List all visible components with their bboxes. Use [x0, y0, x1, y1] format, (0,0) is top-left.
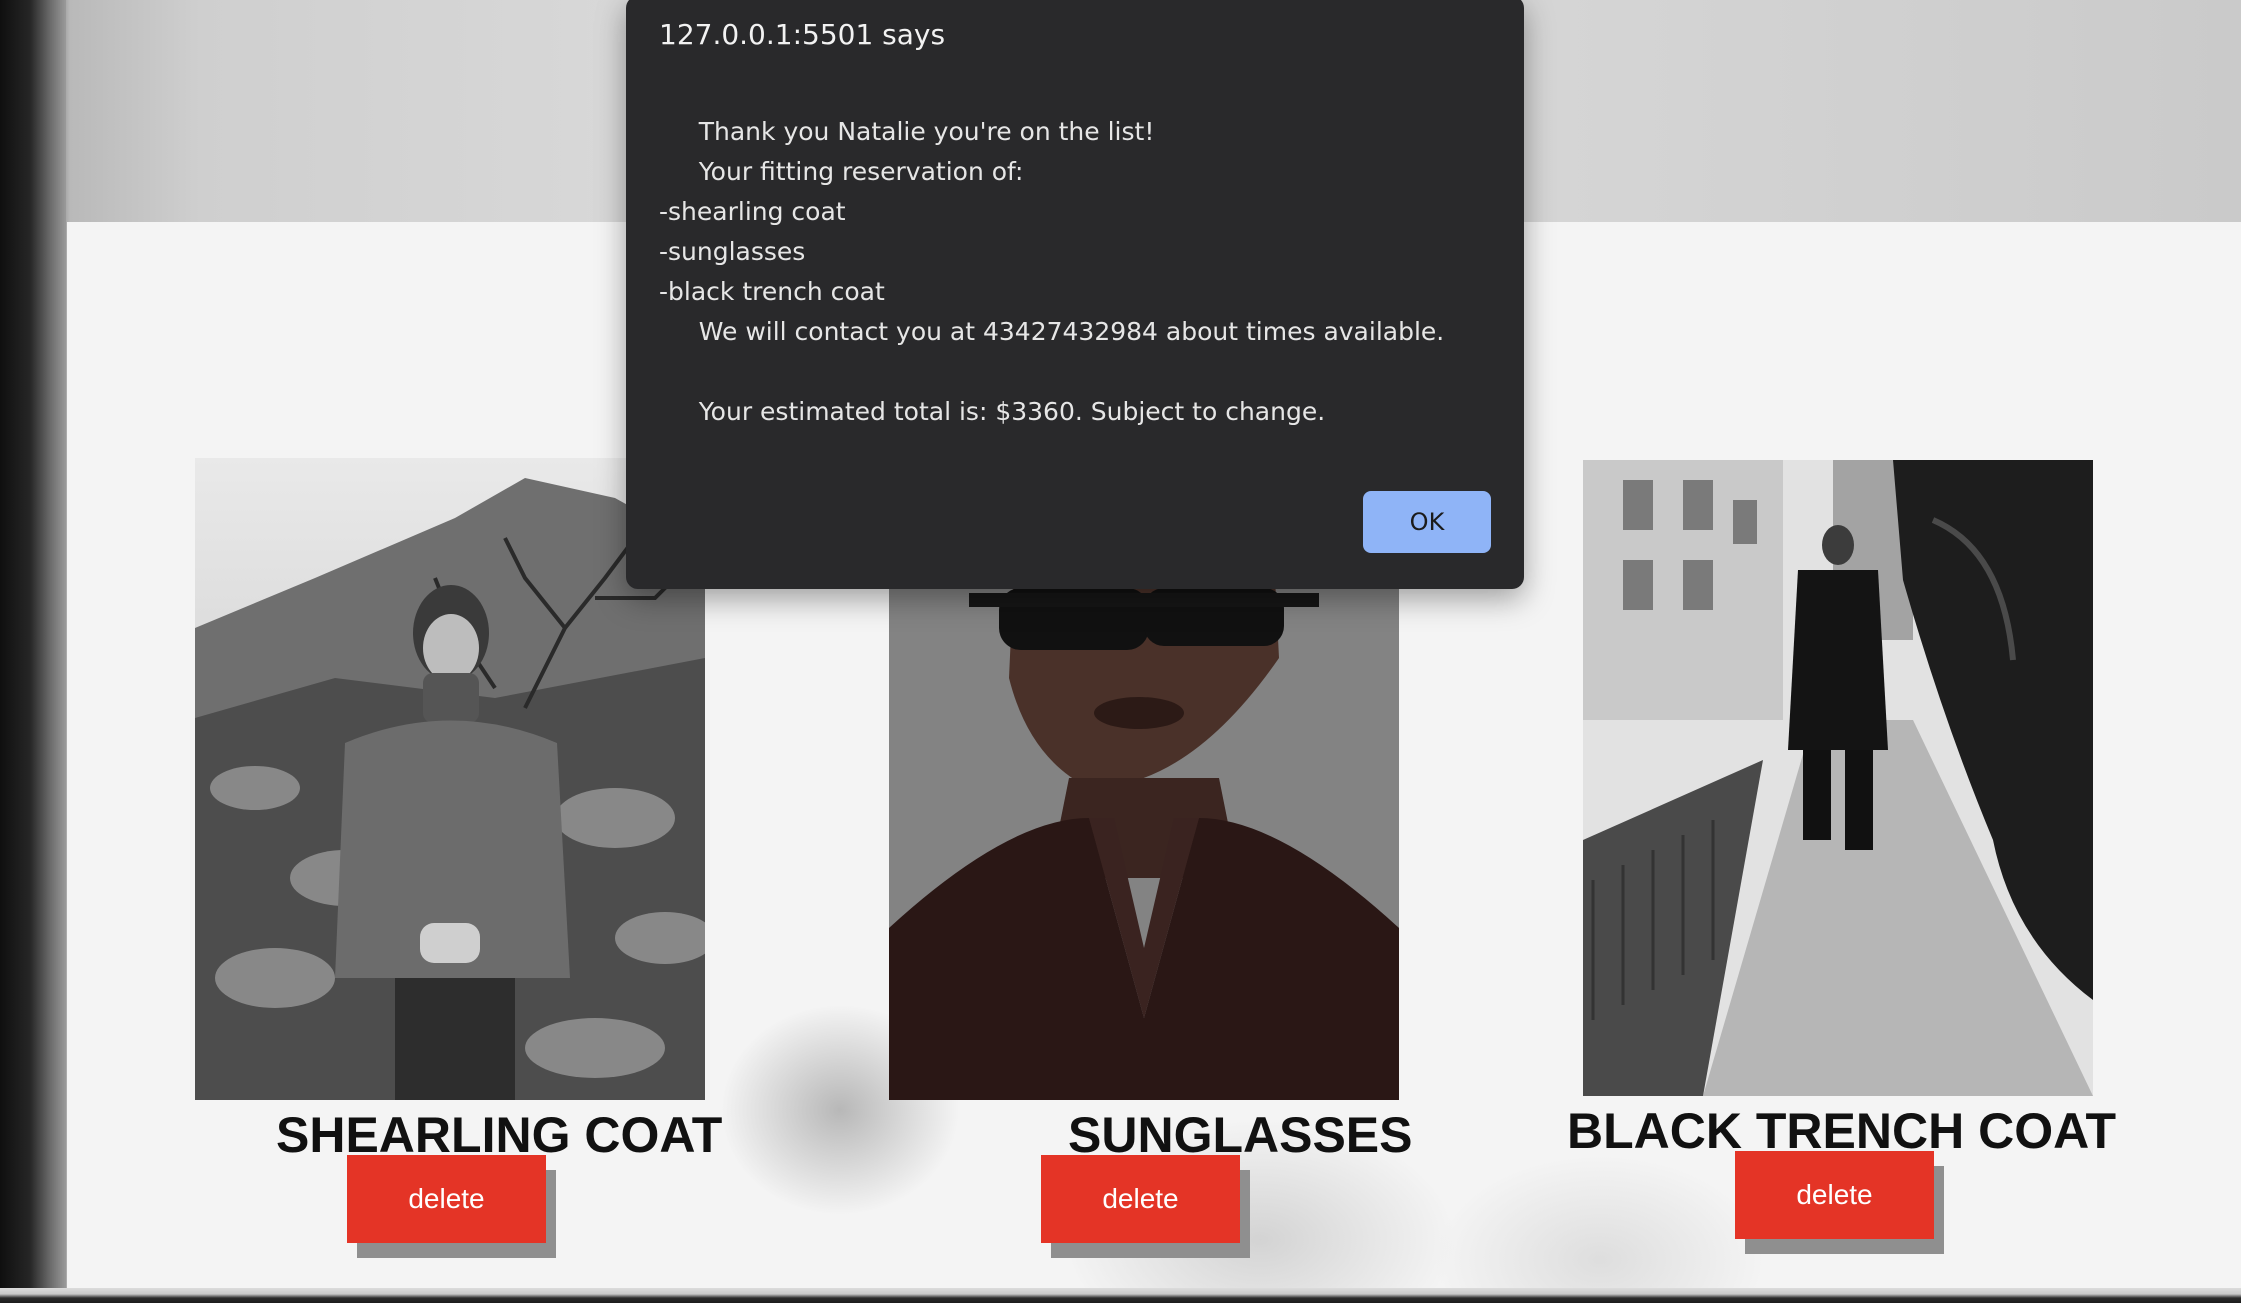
product-title: SHEARLING COAT [276, 1107, 723, 1163]
ok-button[interactable]: OK [1363, 491, 1491, 553]
product-title: BLACK TRENCH COAT [1567, 1103, 2117, 1159]
black-trench-coat-photo [1583, 460, 2093, 1096]
dialog-message: Thank you Natalie you're on the list! Yo… [659, 117, 1445, 426]
delete-button[interactable]: delete [347, 1155, 546, 1243]
dialog-title: 127.0.0.1:5501 says [659, 18, 946, 51]
background-photo-edge [0, 0, 66, 1303]
product-title: SUNGLASSES [1068, 1107, 1413, 1163]
delete-button[interactable]: delete [1041, 1155, 1240, 1243]
delete-button[interactable]: delete [1735, 1151, 1934, 1239]
alert-dialog: 127.0.0.1:5501 says Thank you Natalie yo… [626, 0, 1524, 589]
panel-bottom-edge [0, 1288, 2241, 1303]
